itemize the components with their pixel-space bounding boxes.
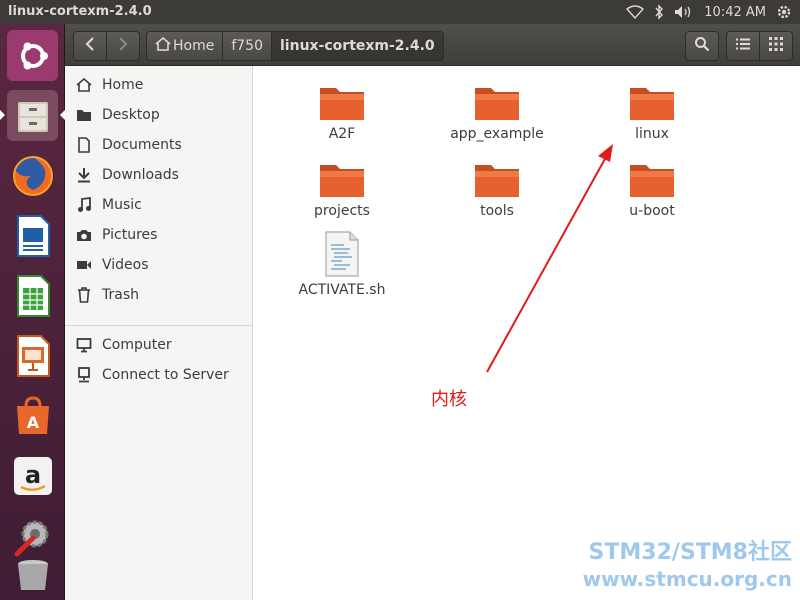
watermark: STM32/STM8社区 www.stmcu.org.cn — [583, 540, 792, 592]
watermark-line2: www.stmcu.org.cn — [582, 567, 792, 591]
watermark-line1: STM32/STM8社区 — [588, 540, 792, 565]
annotation-label: 内核 — [431, 389, 467, 410]
annotation-arrow — [486, 144, 613, 373]
